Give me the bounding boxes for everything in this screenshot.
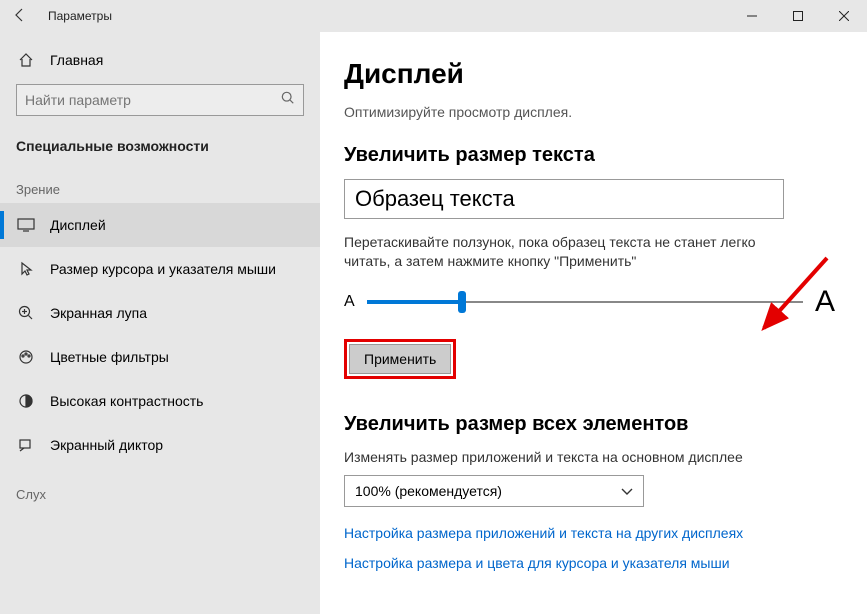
nav-label: Экранная лупа [50,305,147,321]
minimize-button[interactable] [729,0,775,32]
scale-header: Увеличить размер всех элементов [344,413,835,436]
slider-min-label: A [344,293,355,311]
home-button[interactable]: Главная [0,44,320,76]
window-title: Параметры [48,9,112,23]
text-size-slider[interactable] [367,290,803,314]
scale-description: Изменять размер приложений и текста на о… [344,448,784,467]
home-label: Главная [50,52,103,68]
slider-hint: Перетаскивайте ползунок, пока образец те… [344,233,784,271]
section-title: Специальные возможности [0,130,320,162]
slider-thumb[interactable] [458,291,466,313]
nav-display[interactable]: Дисплей [0,203,320,247]
sample-text-box: Образец текста [344,179,784,219]
page-title: Дисплей [344,58,835,90]
nav-label: Высокая контрастность [50,393,203,409]
apply-highlight: Применить [344,339,456,379]
nav-contrast[interactable]: Высокая контрастность [0,379,320,423]
sidebar: Главная Специальные возможности Зрение Д… [0,32,320,614]
nav-label: Размер курсора и указателя мыши [50,261,276,277]
apply-button[interactable]: Применить [349,344,451,374]
palette-icon [16,349,36,365]
search-icon [281,91,295,110]
search-input[interactable] [25,92,281,108]
nav-narrator[interactable]: Экранный диктор [0,423,320,467]
contrast-icon [16,393,36,409]
scale-dropdown[interactable]: 100% (рекомендуется) [344,475,644,507]
group-hearing: Слух [0,467,320,508]
slider-max-label: A [815,285,835,319]
cursor-icon [16,261,36,277]
home-icon [16,52,36,68]
nav-color-filters[interactable]: Цветные фильтры [0,335,320,379]
nav-cursor[interactable]: Размер курсора и указателя мыши [0,247,320,291]
page-description: Оптимизируйте просмотр дисплея. [344,104,835,120]
back-button[interactable] [0,7,40,26]
close-button[interactable] [821,0,867,32]
main-content: Дисплей Оптимизируйте просмотр дисплея. … [320,32,867,614]
text-size-slider-row: A A [344,285,835,319]
narrator-icon [16,437,36,453]
nav-label: Цветные фильтры [50,349,169,365]
nav-magnifier[interactable]: Экранная лупа [0,291,320,335]
link-other-displays[interactable]: Настройка размера приложений и текста на… [344,525,835,541]
maximize-button[interactable] [775,0,821,32]
scale-value: 100% (рекомендуется) [355,483,502,499]
link-cursor-settings[interactable]: Настройка размера и цвета для курсора и … [344,555,835,571]
display-icon [16,218,36,232]
nav-label: Дисплей [50,217,106,233]
nav-label: Экранный диктор [50,437,163,453]
magnifier-icon [16,305,36,321]
chevron-down-icon [621,483,633,499]
search-input-container[interactable] [16,84,304,116]
group-vision: Зрение [0,162,320,203]
text-size-header: Увеличить размер текста [344,144,835,167]
